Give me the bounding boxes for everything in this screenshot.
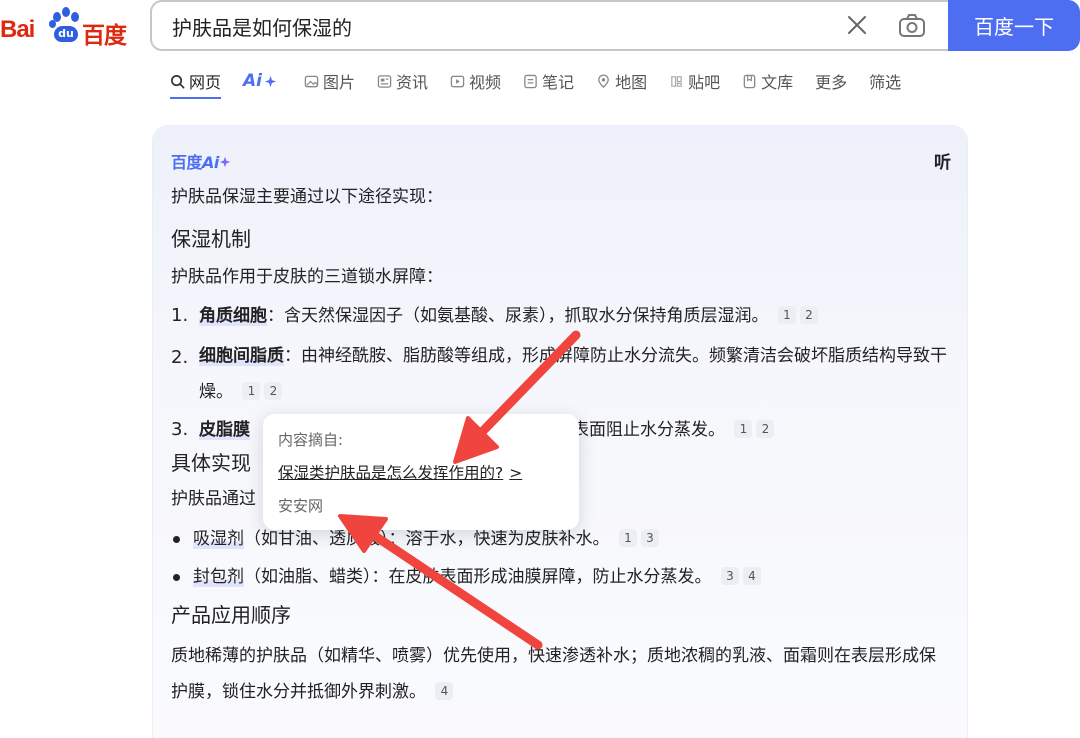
baidu-logo[interactable]: Bai du 百度 [0,2,132,52]
citation-badge[interactable]: 1 [242,382,261,400]
paragraph-text: 质地稀薄的护肤品（如精华、喷雾）优先使用，快速渗透补水；质地浓稠的乳液、面霜则在… [171,646,936,702]
tab-ai[interactable]: Ai [243,67,282,95]
logo-du: du [54,26,78,42]
citation-badge[interactable]: 4 [435,682,454,700]
tab-label: 筛选 [869,73,902,92]
section-heading: 产品应用顺序 [171,603,291,627]
listen-button[interactable]: 听 [934,148,951,173]
bullet-dot [173,536,180,543]
search-tabs: 网页 Ai 图片 资讯 视频 笔记 地图 贴吧 文库 更多 筛选 [170,66,923,99]
citation-badge[interactable]: 3 [720,567,739,585]
tab-tieba[interactable]: 贴吧 [669,67,720,95]
camera-icon[interactable] [898,13,926,39]
list-item: 2. 细胞间脂质：由神经酰胺、脂肪酸等组成，形成屏障防止水分流失。频繁清洁会破坏… [171,338,951,410]
news-icon [377,74,392,88]
note-icon [524,74,537,88]
tab-label: 更多 [815,73,848,92]
logo-wordmark: Bai [0,16,35,43]
tab-label: 地图 [615,73,648,92]
ai-brand: 百度Ai [171,149,231,173]
logo-chinese: 百度 [82,23,127,49]
section-paragraph: 质地稀薄的护肤品（如精华、喷雾）优先使用，快速渗透补水；质地浓稠的乳液、面霜则在… [171,638,951,710]
tieba-icon [671,75,682,87]
tab-label: 视频 [469,73,502,92]
answer-intro: 护肤品保湿主要通过以下途径实现： [171,187,443,207]
section-heading: 保湿机制 [171,227,251,251]
sparkle-icon [219,156,231,168]
chevron-right-icon: > [509,464,523,482]
search-input[interactable] [172,12,812,40]
tab-map[interactable]: 地图 [596,67,647,95]
term-highlight[interactable]: 吸湿剂 [193,529,244,549]
list-text: 皮肤表面形成油膜屏障，防止水分蒸发。 [405,567,712,587]
list-number: 1. [171,305,189,326]
list-text: （如甘油、透 [244,529,346,549]
tab-news[interactable]: 资讯 [377,67,428,95]
search-box [150,0,950,51]
tab-label: Ai [243,71,262,91]
list-text: 质酸）：溶于水，快速为皮肤补水。 [346,529,610,549]
tab-label: 资讯 [396,73,429,92]
list-number: 2. [171,347,189,368]
tab-more[interactable]: 更多 [815,67,847,95]
tab-docs[interactable]: 文库 [742,67,793,95]
citation-badge[interactable]: 1 [777,306,796,324]
citation-badge[interactable]: 2 [756,420,775,438]
tab-web[interactable]: 网页 [170,67,222,99]
search-button[interactable]: 百度一下 [948,0,1080,51]
paw-icon: du [49,6,83,46]
term-highlight[interactable]: 封包剂 [193,567,244,587]
tab-label: 网页 [189,73,222,92]
tab-videos[interactable]: 视频 [450,67,501,95]
citation-badge[interactable]: 1 [618,529,637,547]
list-item: 封包剂（如油脂、蜡类）：在皮肤表面形成油膜屏障，防止水分蒸发。 34 [171,562,951,592]
citation-badge[interactable]: 1 [734,420,753,438]
tab-label: 图片 [323,73,356,92]
video-icon [450,75,465,87]
map-icon [598,74,609,88]
sparkle-icon [264,75,277,87]
term-highlight[interactable]: 细胞间脂质 [199,346,284,366]
tab-images[interactable]: 图片 [304,67,355,95]
popup-label: 内容摘自: [278,431,344,449]
citation-source-popup: 内容摘自: 保湿类护肤品是怎么发挥作用的? > 安安网 [263,414,579,530]
tab-label: 笔记 [542,73,575,92]
tab-label: 贴吧 [688,73,721,92]
list-text: 肤表面阻止水分蒸发。 [555,420,725,440]
tab-notes[interactable]: 笔记 [523,67,574,95]
list-text: （如油脂、蜡类）：在 [244,567,406,587]
tab-label: 文库 [761,73,794,92]
search-icon [171,74,185,88]
tab-filter[interactable]: 筛选 [869,67,901,95]
bullet-dot [173,574,180,581]
close-icon[interactable] [846,14,868,36]
list-item: 1. 角质细胞：含天然保湿因子（如氨基酸、尿素），抓取水分保持角质层湿润。 12 [171,300,951,332]
section-paragraph: 护肤品作用于皮肤的三道锁水屏障： [171,267,443,287]
image-icon [304,75,319,87]
citation-badge[interactable]: 2 [264,382,283,400]
source-site: 安安网 [278,497,324,515]
list-text: ：含天然保湿因子（如氨基酸、尿素），抓取水分保持角质层湿润。 [267,306,769,326]
term-highlight[interactable]: 皮脂膜 [199,420,250,440]
citation-badge[interactable]: 4 [742,567,761,585]
citation-badge[interactable]: 3 [640,529,659,547]
citation-badge[interactable]: 2 [799,306,818,324]
source-link-text: 保湿类护肤品是怎么发挥作用的? [278,464,504,482]
ai-brand-cn: 百度 [171,153,203,172]
term-highlight[interactable]: 角质细胞 [199,306,267,326]
document-icon [743,74,756,88]
list-number: 3. [171,419,189,440]
ai-brand-ai: Ai [202,153,219,172]
source-link[interactable]: 保湿类护肤品是怎么发挥作用的? > [278,461,522,483]
list-text: ：由神经酰胺、脂肪酸等组成，形成屏障防止水分流失。频繁清洁会破坏脂质结构导致干燥… [199,346,947,402]
